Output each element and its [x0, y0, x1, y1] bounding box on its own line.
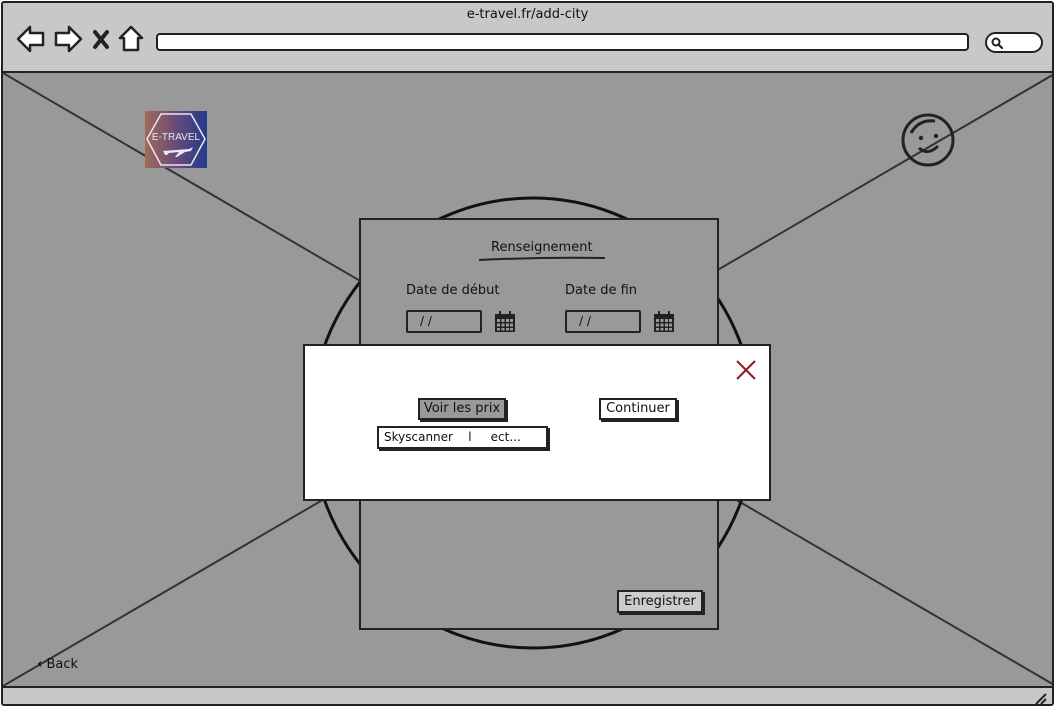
back-arrow-icon[interactable]: [16, 23, 46, 55]
end-date-input[interactable]: / /: [565, 310, 641, 333]
close-icon[interactable]: [735, 359, 757, 381]
title-underline: [478, 256, 606, 261]
browser-search-box[interactable]: [985, 32, 1043, 53]
prices-modal: Voir les prix Continuer Skyscanner l ect…: [303, 344, 771, 501]
calendar-icon[interactable]: [653, 311, 675, 333]
start-date-input[interactable]: / /: [406, 310, 482, 333]
form-title: Renseignement: [491, 240, 593, 255]
back-link[interactable]: ‹ Back: [37, 657, 78, 672]
browser-statusbar: [3, 686, 1052, 706]
continue-button[interactable]: Continuer: [599, 398, 677, 420]
chevron-left-icon: ‹: [37, 657, 43, 672]
save-button[interactable]: Enregistrer: [617, 590, 703, 613]
logo-text: E-TRAVEL: [152, 132, 201, 143]
price-sources-field[interactable]: Skyscanner l ect...: [377, 426, 548, 449]
forward-arrow-icon[interactable]: [53, 23, 83, 55]
calendar-icon[interactable]: [494, 311, 516, 333]
view-prices-button[interactable]: Voir les prix: [418, 398, 506, 420]
stop-icon[interactable]: [91, 23, 111, 55]
user-avatar-icon[interactable]: [899, 111, 957, 169]
etravel-logo[interactable]: E-TRAVEL: [145, 111, 207, 168]
start-date-label: Date de début: [406, 283, 500, 298]
back-label: Back: [46, 657, 79, 672]
search-icon: [991, 37, 1003, 49]
resize-handle-icon[interactable]: [1034, 692, 1048, 706]
end-date-label: Date de fin: [565, 283, 638, 298]
home-icon[interactable]: [118, 23, 144, 55]
address-bar[interactable]: [156, 33, 969, 51]
browser-titlebar: e-travel.fr/add-city: [3, 3, 1052, 73]
window-url: e-travel.fr/add-city: [466, 7, 589, 22]
